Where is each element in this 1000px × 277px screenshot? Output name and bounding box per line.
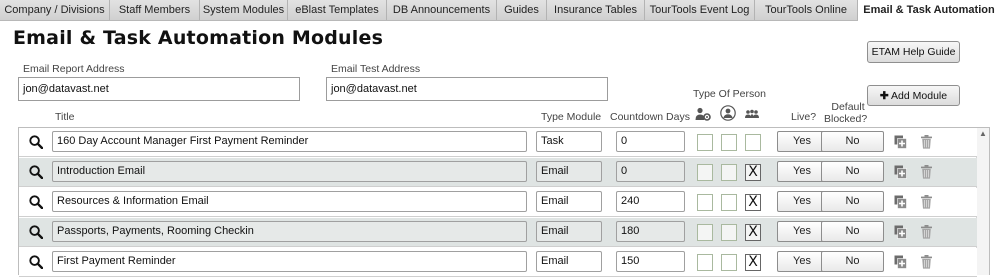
tab-tourtools-event-log[interactable]: TourTools Event Log bbox=[645, 0, 755, 20]
add-module-button[interactable]: ✚ Add Module bbox=[867, 85, 960, 106]
scroll-up-icon[interactable]: ▲ bbox=[979, 129, 987, 138]
tab-company-divisions[interactable]: Company / Divisions bbox=[0, 0, 110, 20]
type-module-column-header: Type Module bbox=[541, 111, 602, 123]
trash-icon[interactable] bbox=[920, 195, 933, 209]
default-blocked-toggle-button[interactable]: No bbox=[821, 251, 884, 272]
person-group-checkbox[interactable]: X bbox=[745, 164, 761, 181]
table-row: Passports, Payments, Rooming Checkin Ema… bbox=[19, 218, 977, 247]
title-column-header: Title bbox=[55, 111, 75, 123]
search-icon[interactable] bbox=[29, 195, 43, 209]
live-toggle-button[interactable]: Yes bbox=[777, 131, 827, 152]
module-title-field[interactable]: First Payment Reminder bbox=[52, 251, 527, 272]
default-blocked-column-header-line2: Blocked? bbox=[824, 113, 868, 125]
table-scrollbar[interactable]: ▲ bbox=[976, 128, 989, 275]
trash-icon[interactable] bbox=[920, 255, 933, 269]
duplicate-icon[interactable] bbox=[894, 195, 907, 209]
default-blocked-toggle-button[interactable]: No bbox=[821, 221, 884, 242]
tab-eblast-templates[interactable]: eBlast Templates bbox=[288, 0, 387, 20]
countdown-days-field[interactable]: 150 bbox=[616, 251, 685, 272]
live-toggle-button[interactable]: Yes bbox=[777, 251, 827, 272]
duplicate-icon[interactable] bbox=[894, 165, 907, 179]
module-type-field[interactable]: Email bbox=[536, 221, 602, 242]
person-staff-checkbox[interactable] bbox=[697, 164, 713, 181]
module-title-field[interactable]: Introduction Email bbox=[52, 161, 527, 182]
person-staff-checkbox[interactable] bbox=[697, 224, 713, 241]
default-blocked-toggle-button[interactable]: No bbox=[821, 191, 884, 212]
duplicate-icon[interactable] bbox=[894, 135, 907, 149]
email-test-address-field[interactable]: jon@datavast.net bbox=[326, 77, 608, 101]
trash-icon[interactable] bbox=[920, 135, 933, 149]
module-type-field[interactable]: Email bbox=[536, 251, 602, 272]
search-icon[interactable] bbox=[29, 165, 43, 179]
tab-bar: Company / Divisions Staff Members System… bbox=[0, 0, 1000, 21]
person-staff-checkbox[interactable] bbox=[697, 134, 713, 151]
email-test-address-label: Email Test Address bbox=[331, 63, 421, 75]
person-single-checkbox[interactable] bbox=[721, 254, 737, 271]
module-title-field[interactable]: Resources & Information Email bbox=[52, 191, 527, 212]
trash-icon[interactable] bbox=[920, 225, 933, 239]
person-staff-checkbox[interactable] bbox=[697, 254, 713, 271]
email-report-address-field[interactable]: jon@datavast.net bbox=[18, 77, 300, 101]
countdown-days-field[interactable]: 0 bbox=[616, 131, 685, 152]
default-blocked-column-header-line1: Default bbox=[831, 101, 865, 113]
live-column-header: Live? bbox=[791, 111, 817, 123]
person-single-checkbox[interactable] bbox=[721, 134, 737, 151]
tab-db-announcements[interactable]: DB Announcements bbox=[387, 0, 497, 20]
person-staff-checkbox[interactable] bbox=[697, 194, 713, 211]
group-icon bbox=[745, 109, 759, 118]
module-title-field[interactable]: Passports, Payments, Rooming Checkin bbox=[52, 221, 527, 242]
live-toggle-button[interactable]: Yes bbox=[777, 221, 827, 242]
person-single-checkbox[interactable] bbox=[721, 194, 737, 211]
person-group-checkbox[interactable]: X bbox=[745, 224, 761, 241]
trash-icon[interactable] bbox=[920, 165, 933, 179]
duplicate-icon[interactable] bbox=[894, 255, 907, 269]
live-toggle-button[interactable]: Yes bbox=[777, 191, 827, 212]
table-row: Introduction Email Email 0 X Yes No bbox=[19, 158, 977, 187]
table-row: First Payment Reminder Email 150 X Yes N… bbox=[19, 248, 977, 277]
search-icon[interactable] bbox=[29, 255, 43, 269]
tab-email-task-automation[interactable]: Email & Task Automation bbox=[858, 0, 1000, 21]
duplicate-icon[interactable] bbox=[894, 225, 907, 239]
email-report-address-label: Email Report Address bbox=[23, 63, 125, 75]
type-of-person-header: Type Of Person bbox=[693, 88, 766, 100]
table-row: 160 Day Account Manager First Payment Re… bbox=[19, 128, 977, 157]
countdown-days-field[interactable]: 180 bbox=[616, 221, 685, 242]
person-group-checkbox[interactable] bbox=[745, 134, 761, 151]
person-group-checkbox[interactable]: X bbox=[745, 254, 761, 271]
countdown-days-field[interactable]: 0 bbox=[616, 161, 685, 182]
modules-table: ▲ 160 Day Account Manager First Payment … bbox=[18, 127, 990, 277]
search-icon[interactable] bbox=[29, 135, 43, 149]
module-type-field[interactable]: Email bbox=[536, 191, 602, 212]
live-toggle-button[interactable]: Yes bbox=[777, 161, 827, 182]
add-module-label: Add Module bbox=[891, 89, 948, 102]
module-type-field[interactable]: Email bbox=[536, 161, 602, 182]
staff-gear-icon bbox=[695, 107, 711, 121]
countdown-days-column-header: Countdown Days bbox=[610, 111, 690, 123]
module-type-field[interactable]: Task bbox=[536, 131, 602, 152]
person-icon bbox=[720, 105, 736, 121]
plus-icon: ✚ bbox=[879, 89, 889, 102]
person-single-checkbox[interactable] bbox=[721, 224, 737, 241]
page-title: Email & Task Automation Modules bbox=[13, 27, 384, 49]
tab-staff-members[interactable]: Staff Members bbox=[110, 0, 200, 20]
person-group-checkbox[interactable]: X bbox=[745, 194, 761, 211]
etam-help-guide-button[interactable]: ETAM Help Guide bbox=[867, 41, 960, 63]
countdown-days-field[interactable]: 240 bbox=[616, 191, 685, 212]
default-blocked-toggle-button[interactable]: No bbox=[821, 131, 884, 152]
person-single-checkbox[interactable] bbox=[721, 164, 737, 181]
tab-system-modules[interactable]: System Modules bbox=[200, 0, 288, 20]
search-icon[interactable] bbox=[29, 225, 43, 239]
tab-guides[interactable]: Guides bbox=[497, 0, 547, 20]
table-row: Resources & Information Email Email 240 … bbox=[19, 188, 977, 217]
tab-tourtools-online[interactable]: TourTools Online bbox=[755, 0, 858, 20]
tab-insurance-tables[interactable]: Insurance Tables bbox=[547, 0, 645, 20]
default-blocked-toggle-button[interactable]: No bbox=[821, 161, 884, 182]
module-title-field[interactable]: 160 Day Account Manager First Payment Re… bbox=[52, 131, 527, 152]
